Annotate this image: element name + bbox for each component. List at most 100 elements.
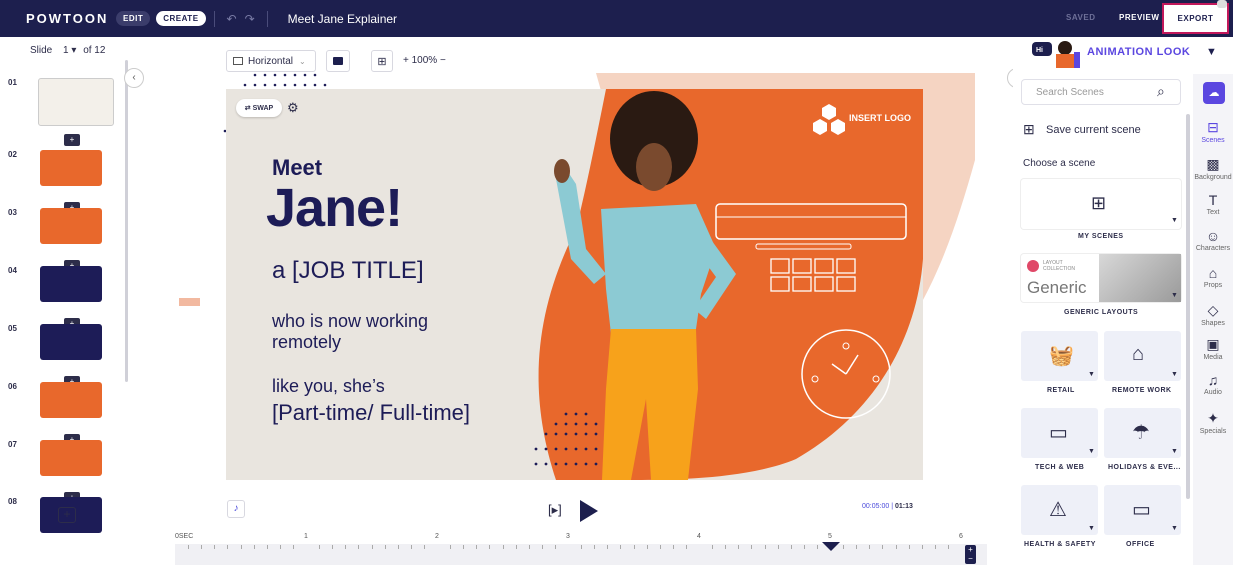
scene-category-card[interactable]: ▭ ▼ <box>1104 485 1181 535</box>
play-scene-button[interactable]: [▸] <box>548 502 562 518</box>
scene-category-label: TECH & WEB <box>1035 464 1085 471</box>
timeline-tick <box>371 545 373 549</box>
gear-icon[interactable]: ⚙ <box>287 100 299 116</box>
current-time: 00:05:00 <box>862 503 890 510</box>
generic-thumbnail <box>1099 254 1181 302</box>
iconbar-label: Media <box>1203 354 1223 361</box>
timeline-tick <box>934 545 936 549</box>
timeline-tick <box>816 545 818 549</box>
timeline-tick <box>607 545 609 549</box>
category-illustration-icon: ▭ <box>1132 499 1151 521</box>
layout-collection-label: LAYOUT COLLECTION <box>1043 260 1075 272</box>
timeline-tick <box>292 545 294 549</box>
timeline-zoom-control[interactable]: + − <box>965 545 976 564</box>
background-icon: ▩ <box>1206 156 1220 172</box>
card-caret-icon[interactable]: ▼ <box>1171 292 1178 299</box>
timeline-tick <box>672 545 674 549</box>
job-title-text[interactable]: a [JOB TITLE] <box>272 257 424 285</box>
timeline-tick <box>620 545 622 549</box>
animation-look-thumbnail[interactable]: Hi <box>1030 38 1082 68</box>
timeline-tick <box>764 545 766 549</box>
category-illustration-icon: 🧺 <box>1049 345 1074 367</box>
card-caret-icon[interactable]: ▼ <box>1171 525 1178 532</box>
shapes-icon: ◇ <box>1207 302 1219 318</box>
animation-look-label[interactable]: ANIMATION LOOK <box>1087 46 1190 58</box>
who-is-text[interactable]: who is now working remotely <box>272 311 472 353</box>
timeline-tick <box>345 545 347 549</box>
timeline-tick <box>201 545 203 549</box>
scene-category-card[interactable]: ⚠ ▼ <box>1021 485 1098 535</box>
card-caret-icon[interactable]: ▼ <box>1171 448 1178 455</box>
search-icon[interactable]: ⌕ <box>1157 83 1165 100</box>
scenes-scrollbar[interactable] <box>1186 114 1190 499</box>
timeline-tick <box>594 545 596 549</box>
insert-logo-text[interactable]: INSERT LOGO <box>849 113 911 123</box>
save-scene-button[interactable]: Save current scene <box>1046 124 1141 136</box>
iconbar-label: Specials <box>1199 428 1227 435</box>
card-caret-icon[interactable]: ▼ <box>1171 371 1178 378</box>
card-caret-icon[interactable]: ▼ <box>1088 371 1095 378</box>
iconbar-media-button[interactable]: ▣ Media <box>1193 336 1233 361</box>
timeline-tick <box>725 545 727 549</box>
my-scenes-card[interactable]: ⊞ ▼ <box>1021 179 1181 229</box>
swap-button[interactable]: ⇄ SWAP <box>236 99 282 117</box>
timeline-tick <box>528 545 530 549</box>
total-time: 01:13 <box>894 503 913 510</box>
timeline-tick <box>843 545 845 549</box>
save-scene-icon[interactable]: ⊞ <box>1023 121 1035 138</box>
iconbar-props-button[interactable]: ⌂ Props <box>1193 265 1233 289</box>
timeline-tick-label: 5 <box>828 533 832 540</box>
jane-heading[interactable]: Jane! <box>266 177 403 239</box>
timeline-tick <box>869 545 871 549</box>
timeline-tick <box>240 545 242 549</box>
animation-look-caret-icon[interactable]: ▼ <box>1206 46 1217 58</box>
timeline-tick <box>541 545 543 549</box>
stage-canvas[interactable]: Meet Jane! a [JOB TITLE] who is now work… <box>226 89 923 480</box>
timeline-tick <box>921 545 923 549</box>
card-caret-icon[interactable]: ▼ <box>1171 217 1178 224</box>
scene-category-card[interactable]: ▭ ▼ <box>1021 408 1098 458</box>
characters-icon: ☺ <box>1205 228 1221 244</box>
timeline-tick <box>188 545 190 549</box>
timeline-tick <box>751 545 753 549</box>
choose-scene-label: Choose a scene <box>1023 158 1096 169</box>
timeline-playhead[interactable] <box>822 542 840 551</box>
scene-category-card[interactable]: ☂ ▼ <box>1104 408 1181 458</box>
card-caret-icon[interactable]: ▼ <box>1088 448 1095 455</box>
iconbar-audio-button[interactable]: ♫ Audio <box>1193 372 1233 396</box>
iconbar-characters-button[interactable]: ☺ Characters <box>1193 228 1233 252</box>
card-caret-icon[interactable]: ▼ <box>1088 525 1095 532</box>
iconbar-label: Characters <box>1195 245 1231 252</box>
timeline-tick-label: 2 <box>435 533 439 540</box>
upload-icon[interactable]: ☁ <box>1203 82 1225 104</box>
iconbar-specials-button[interactable]: ✦ Specials <box>1193 410 1233 435</box>
iconbar-shapes-button[interactable]: ◇ Shapes <box>1193 302 1233 327</box>
iconbar-scenes-button[interactable]: ⊟ Scenes <box>1193 119 1233 144</box>
music-button[interactable]: ♪ <box>227 500 245 518</box>
generic-layouts-card[interactable]: LAYOUT COLLECTION Generic ▼ <box>1021 254 1181 302</box>
offstage-element[interactable] <box>179 298 200 306</box>
category-illustration-icon: ⌂ <box>1132 343 1145 365</box>
part-time-text[interactable]: [Part-time/ Full-time] <box>272 400 470 426</box>
svg-text:Hi: Hi <box>1036 47 1043 54</box>
timeline-tick-label: 3 <box>566 533 570 540</box>
timeline-tick <box>266 545 268 549</box>
text-icon: T <box>1208 192 1218 208</box>
timeline-tick <box>790 545 792 549</box>
iconbar-label: Shapes <box>1201 320 1225 327</box>
timeline-tick <box>777 545 779 549</box>
scene-category-label: OFFICE <box>1126 541 1155 548</box>
iconbar-label: Text <box>1206 209 1220 216</box>
play-icon[interactable] <box>580 500 598 522</box>
timecode: 00:05:00 | 01:13 <box>862 503 913 510</box>
scene-category-label: RETAIL <box>1047 387 1075 394</box>
timeline-tick <box>581 545 583 549</box>
iconbar-background-button[interactable]: ▩ Background <box>1193 156 1233 181</box>
iconbar-text-button[interactable]: T Text <box>1193 192 1233 216</box>
iconbar-label: Background <box>1194 174 1232 181</box>
scene-category-card[interactable]: ⌂ ▼ <box>1104 331 1181 381</box>
orange-blob <box>538 89 923 480</box>
scene-category-card[interactable]: 🧺 ▼ <box>1021 331 1098 381</box>
generic-layouts-label: GENERIC LAYOUTS <box>1064 309 1139 316</box>
like-you-text[interactable]: like you, she’s <box>272 376 385 397</box>
